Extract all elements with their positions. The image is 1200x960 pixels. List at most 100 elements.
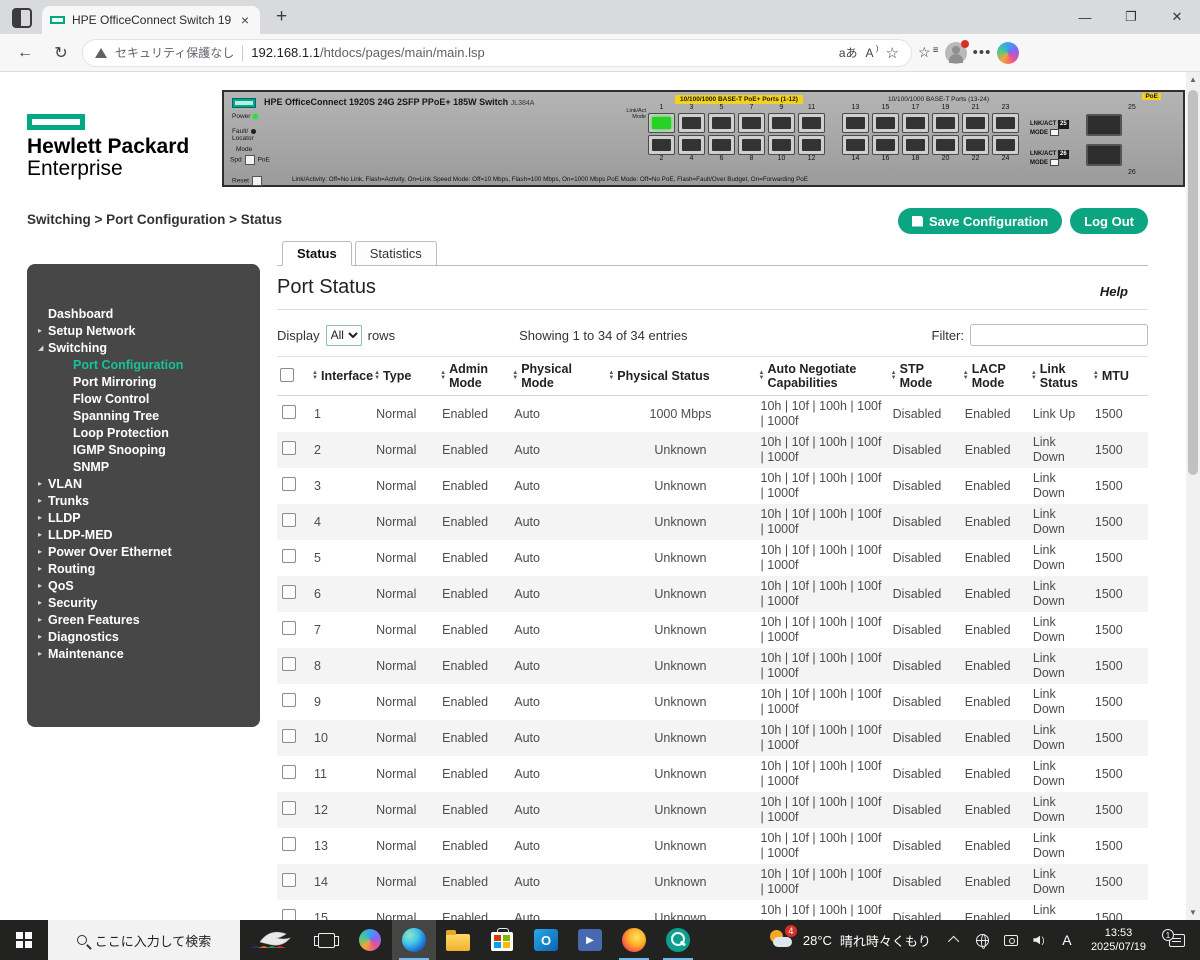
- filter-input[interactable]: [970, 324, 1148, 346]
- panel-port-4[interactable]: [678, 135, 705, 155]
- back-button[interactable]: ←: [10, 44, 40, 62]
- panel-port-3[interactable]: [678, 113, 705, 133]
- row-checkbox[interactable]: [282, 549, 296, 563]
- volume-tray-button[interactable]: ): [1027, 920, 1051, 960]
- sidebar-item-security[interactable]: ▸ Security: [27, 594, 260, 611]
- screen-tray-button[interactable]: [999, 920, 1023, 960]
- column-header-physical-mode[interactable]: ▲ ▼ Physical Mode: [509, 356, 606, 396]
- row-checkbox[interactable]: [282, 585, 296, 599]
- scroll-up-icon[interactable]: ▲: [1186, 75, 1200, 84]
- row-checkbox[interactable]: [282, 513, 296, 527]
- column-header-auto-negotiate-capabilities[interactable]: ▲ ▼ Auto Negotiate Capabilities: [755, 356, 888, 396]
- sidebar-item-port-configuration[interactable]: Port Configuration: [27, 356, 260, 373]
- panel-port-19[interactable]: [932, 113, 959, 133]
- microsoft-store-button[interactable]: [480, 920, 524, 960]
- row-checkbox[interactable]: [282, 693, 296, 707]
- sidebar-item-maintenance[interactable]: ▸ Maintenance: [27, 645, 260, 662]
- profile-avatar[interactable]: [944, 39, 969, 64]
- row-checkbox[interactable]: [282, 477, 296, 491]
- panel-port-22[interactable]: [962, 135, 989, 155]
- new-tab-button[interactable]: +: [270, 6, 293, 28]
- sfp-port-25[interactable]: [1086, 114, 1122, 136]
- row-checkbox[interactable]: [282, 801, 296, 815]
- scrollbar-thumb[interactable]: [1188, 90, 1198, 475]
- tab-actions-button[interactable]: [12, 8, 32, 28]
- sidebar-item-flow-control[interactable]: Flow Control: [27, 390, 260, 407]
- row-checkbox[interactable]: [282, 837, 296, 851]
- row-checkbox[interactable]: [282, 441, 296, 455]
- panel-port-17[interactable]: [902, 113, 929, 133]
- column-header-physical-status[interactable]: ▲ ▼ Physical Status: [605, 356, 756, 396]
- reset-button[interactable]: [251, 176, 262, 186]
- select-all-checkbox[interactable]: [280, 367, 294, 382]
- outlook-button[interactable]: [524, 920, 568, 960]
- sidebar-item-qos[interactable]: ▸ QoS: [27, 577, 260, 594]
- sidebar-item-routing[interactable]: ▸ Routing: [27, 560, 260, 577]
- taskbar-copilot-button[interactable]: [348, 920, 392, 960]
- firefox-button[interactable]: [612, 920, 656, 960]
- magnifier-app-button[interactable]: [656, 920, 700, 960]
- row-checkbox[interactable]: [282, 405, 296, 419]
- read-aloud-icon[interactable]: A: [866, 44, 879, 60]
- sidebar-item-snmp[interactable]: SNMP: [27, 458, 260, 475]
- tab-status[interactable]: Status: [282, 241, 352, 266]
- panel-port-23[interactable]: [992, 113, 1019, 133]
- help-link[interactable]: Help: [1100, 284, 1146, 299]
- browser-tab[interactable]: HPE OfficeConnect Switch 1920S ×: [42, 6, 260, 34]
- column-header-type[interactable]: ▲ ▼ Type: [371, 356, 438, 396]
- panel-port-15[interactable]: [872, 113, 899, 133]
- row-checkbox[interactable]: [282, 873, 296, 887]
- panel-port-24[interactable]: [992, 135, 1019, 155]
- page-scrollbar[interactable]: ▲ ▼: [1186, 72, 1200, 920]
- notification-center-button[interactable]: 1: [1158, 928, 1196, 947]
- network-tray-button[interactable]: [971, 920, 995, 960]
- sidebar-item-trunks[interactable]: ▸ Trunks: [27, 492, 260, 509]
- taskbar-search[interactable]: ここに入力して検索: [48, 920, 240, 960]
- sidebar-item-vlan[interactable]: ▸ VLAN: [27, 475, 260, 492]
- panel-port-1[interactable]: [648, 113, 675, 133]
- file-explorer-button[interactable]: [436, 920, 480, 960]
- tab-close-icon[interactable]: ×: [238, 12, 252, 28]
- panel-port-18[interactable]: [902, 135, 929, 155]
- restore-button[interactable]: ❐: [1108, 0, 1154, 34]
- sidebar-item-spanning-tree[interactable]: Spanning Tree: [27, 407, 260, 424]
- start-button[interactable]: [0, 920, 48, 960]
- panel-port-6[interactable]: [708, 135, 735, 155]
- favorites-list-icon[interactable]: ☆: [918, 44, 939, 61]
- sidebar-item-port-mirroring[interactable]: Port Mirroring: [27, 373, 260, 390]
- sidebar-item-switching[interactable]: ◢ Switching: [27, 339, 260, 356]
- row-checkbox[interactable]: [282, 729, 296, 743]
- panel-port-14[interactable]: [842, 135, 869, 155]
- mode-button[interactable]: [244, 155, 255, 165]
- translate-icon[interactable]: aあ: [839, 44, 858, 61]
- sidebar-item-power-over-ethernet[interactable]: ▸ Power Over Ethernet: [27, 543, 260, 560]
- favorite-star-icon[interactable]: ☆: [886, 44, 899, 62]
- task-view-button[interactable]: [304, 920, 348, 960]
- row-checkbox[interactable]: [282, 657, 296, 671]
- column-header-stp-mode[interactable]: ▲ ▼ STP Mode: [887, 356, 960, 396]
- tab-statistics[interactable]: Statistics: [354, 241, 437, 265]
- panel-port-13[interactable]: [842, 113, 869, 133]
- panel-port-11[interactable]: [798, 113, 825, 133]
- panel-port-9[interactable]: [768, 113, 795, 133]
- column-header-lacp-mode[interactable]: ▲ ▼ LACP Mode: [959, 356, 1028, 396]
- close-button[interactable]: ✕: [1154, 0, 1200, 34]
- sidebar-item-lldp-med[interactable]: ▸ LLDP-MED: [27, 526, 260, 543]
- row-checkbox[interactable]: [282, 621, 296, 635]
- save-configuration-button[interactable]: Save Configuration: [897, 208, 1063, 234]
- copilot-icon[interactable]: [997, 41, 1020, 64]
- column-header-interface[interactable]: ▲ ▼ Interface: [309, 356, 373, 396]
- widgets-bird-icon[interactable]: [240, 920, 304, 960]
- scroll-down-icon[interactable]: ▼: [1186, 908, 1200, 917]
- panel-port-16[interactable]: [872, 135, 899, 155]
- ime-mode-button[interactable]: A: [1055, 920, 1079, 960]
- panel-port-5[interactable]: [708, 113, 735, 133]
- panel-port-7[interactable]: [738, 113, 765, 133]
- browser-menu-icon[interactable]: •••: [973, 44, 992, 61]
- panel-port-20[interactable]: [932, 135, 959, 155]
- refresh-button[interactable]: ↻: [46, 43, 76, 63]
- sidebar-item-lldp[interactable]: ▸ LLDP: [27, 509, 260, 526]
- address-bar[interactable]: セキュリティ保護なし 192.168.1.1/htdocs/pages/main…: [82, 38, 912, 67]
- minimize-button[interactable]: —: [1062, 0, 1108, 34]
- column-header-mtu[interactable]: ▲ ▼ MTU: [1089, 356, 1148, 396]
